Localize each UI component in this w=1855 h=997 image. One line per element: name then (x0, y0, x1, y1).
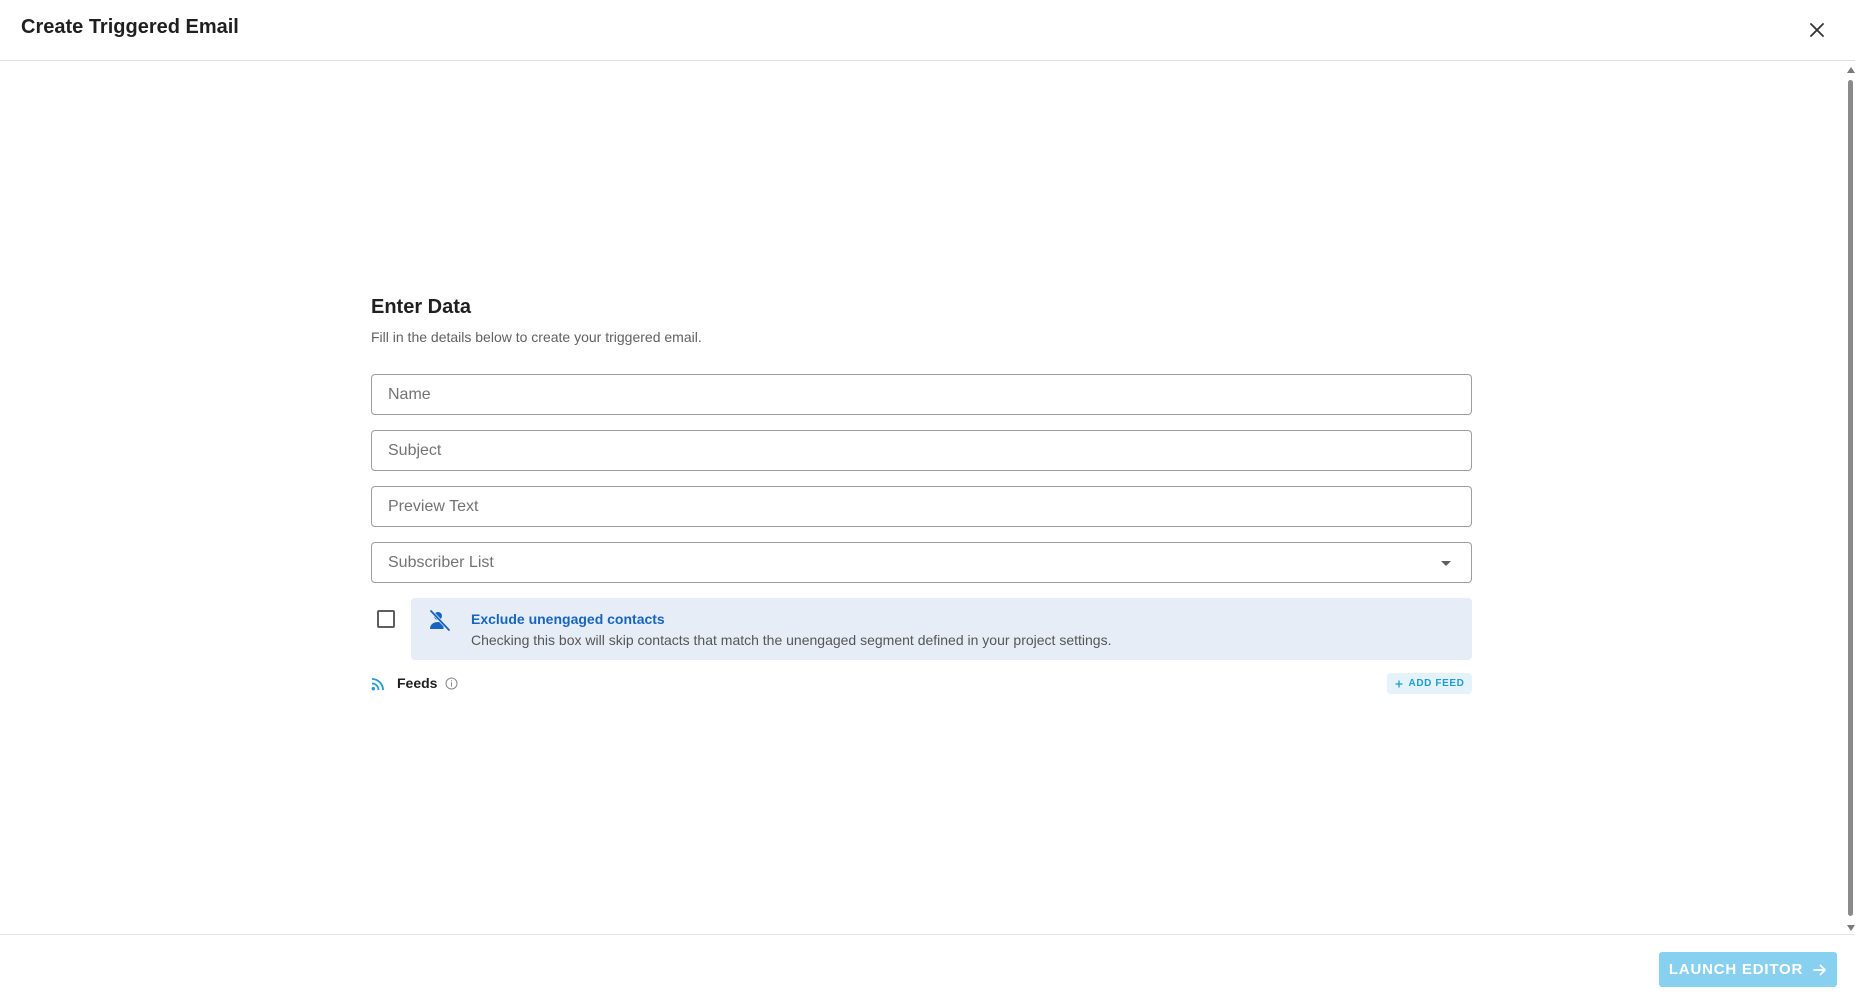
subject-input[interactable] (372, 431, 1471, 470)
name-field[interactable] (371, 374, 1472, 415)
feeds-row: Feeds ADD FEED (371, 671, 1472, 695)
exclude-unengaged-description: Checking this box will skip contacts tha… (471, 632, 1112, 648)
enter-data-form: Enter Data Fill in the details below to … (371, 296, 1472, 694)
vertical-scrollbar[interactable] (1846, 62, 1855, 934)
chevron-down-icon (1441, 561, 1451, 566)
scroll-up-arrow-icon[interactable] (1847, 67, 1855, 73)
preview-text-field[interactable] (371, 486, 1472, 527)
rss-feed-icon (371, 678, 384, 691)
exclude-unengaged-title: Exclude unengaged contacts (471, 611, 665, 627)
subscriber-list-value: Subscriber List (388, 554, 494, 571)
exclude-unengaged-checkbox[interactable] (377, 610, 395, 628)
exclude-unengaged-info: Exclude unengaged contacts Checking this… (411, 598, 1472, 660)
launch-editor-label: LAUNCH EDITOR (1668, 961, 1804, 978)
name-input[interactable] (372, 375, 1471, 414)
arrow-right-icon (1813, 964, 1827, 975)
add-feed-button[interactable]: ADD FEED (1387, 673, 1472, 694)
dialog-footer: LAUNCH EDITOR (0, 934, 1855, 997)
add-feed-label: ADD FEED (1408, 678, 1465, 689)
subscriber-list-select[interactable]: Subscriber List (371, 542, 1472, 583)
info-circle-icon[interactable] (445, 677, 458, 690)
subject-field[interactable] (371, 430, 1472, 471)
person-off-icon (429, 609, 451, 632)
dialog-header: Create Triggered Email (0, 0, 1855, 61)
scroll-thumb[interactable] (1848, 80, 1853, 916)
feeds-label: Feeds (397, 675, 438, 691)
scroll-down-arrow-icon[interactable] (1847, 925, 1855, 931)
close-button[interactable] (1803, 16, 1831, 44)
form-subtitle: Fill in the details below to create your… (371, 329, 702, 345)
form-title: Enter Data (371, 296, 472, 318)
plus-icon (1395, 680, 1403, 687)
launch-editor-button[interactable]: LAUNCH EDITOR (1659, 952, 1837, 987)
dialog-title: Create Triggered Email (21, 16, 239, 38)
close-icon (1810, 23, 1824, 37)
preview-text-input[interactable] (372, 487, 1471, 526)
